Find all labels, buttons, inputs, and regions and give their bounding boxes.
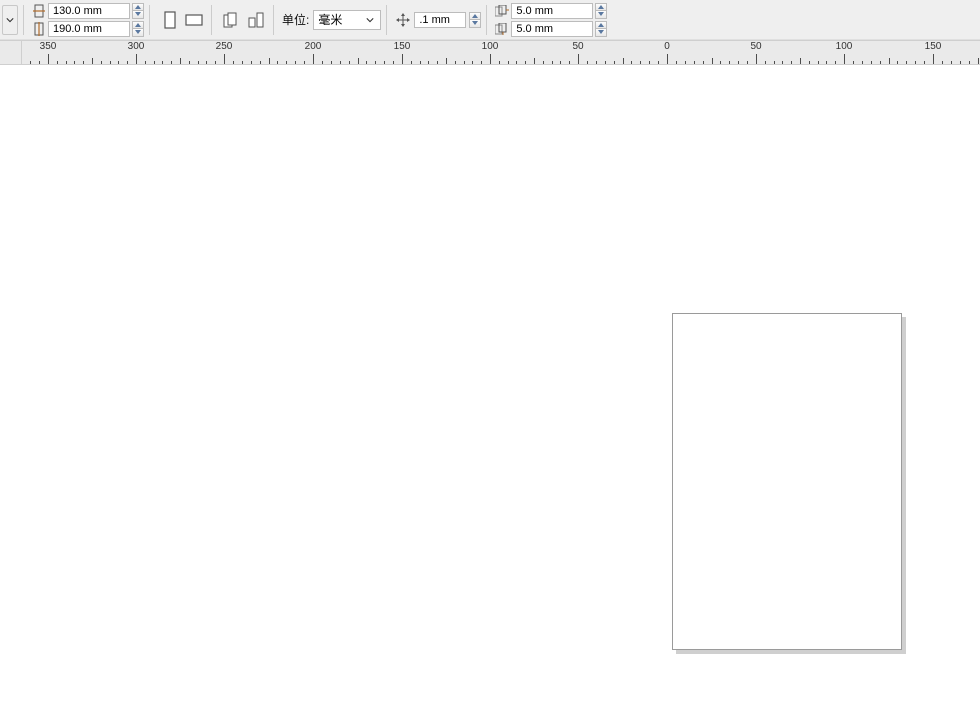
duplicate-y-value: 5.0 mm	[516, 23, 553, 35]
ruler-tick-label: 50	[572, 41, 583, 52]
separator	[23, 5, 27, 35]
ruler-tick-label: 150	[394, 41, 411, 52]
page-height-icon	[32, 22, 46, 36]
unit-label: 单位:	[282, 11, 309, 28]
page-width-spinner[interactable]	[132, 3, 144, 19]
page-dimensions: 130.0 mm 190.0 mm	[32, 3, 144, 37]
orientation-landscape-button[interactable]	[182, 5, 206, 35]
property-bar: 130.0 mm 190.0 mm 单	[0, 0, 980, 40]
page-height-spinner[interactable]	[132, 21, 144, 37]
duplicate-y-spinner[interactable]	[595, 21, 607, 37]
ruler-tick-label: 0	[664, 41, 670, 52]
page-width-value: 130.0 mm	[53, 5, 102, 17]
page-height-value: 190.0 mm	[53, 23, 102, 35]
separator	[211, 5, 215, 35]
ruler-origin-corner[interactable]	[0, 41, 22, 65]
nudge-icon	[395, 12, 411, 28]
duplicate-y-icon	[495, 22, 509, 36]
apply-current-page-button[interactable]	[244, 5, 268, 35]
nudge-input[interactable]: .1 mm	[414, 12, 466, 28]
page-height-input[interactable]: 190.0 mm	[48, 21, 130, 37]
ruler-tick-label: 100	[482, 41, 499, 52]
page-width-icon	[32, 4, 46, 18]
canvas[interactable]	[0, 65, 980, 711]
orientation-portrait-button[interactable]	[158, 5, 182, 35]
ruler-track: 350 300 250 200 150 100 50 0 50 100 150	[22, 41, 980, 65]
ruler-tick-label: 100	[836, 41, 853, 52]
duplicate-x-spinner[interactable]	[595, 3, 607, 19]
duplicate-distance: 5.0 mm 5.0 mm	[495, 3, 607, 37]
ruler-tick-label: 250	[216, 41, 233, 52]
nudge-value: .1 mm	[419, 14, 450, 26]
separator	[486, 5, 490, 35]
nudge-distance: .1 mm	[395, 10, 481, 30]
nudge-spinner[interactable]	[469, 12, 481, 28]
unit-value: 毫米	[318, 11, 364, 28]
unit-select[interactable]: 毫米	[313, 10, 381, 30]
ruler-tick-label: 200	[305, 41, 322, 52]
page-width-input[interactable]: 130.0 mm	[48, 3, 130, 19]
chevron-down-icon	[364, 17, 376, 23]
ruler-horizontal[interactable]: 350 300 250 200 150 100 50 0 50 100 150	[0, 40, 980, 65]
ruler-tick-label: 300	[128, 41, 145, 52]
duplicate-y-input[interactable]: 5.0 mm	[511, 21, 593, 37]
duplicate-x-input[interactable]: 5.0 mm	[511, 3, 593, 19]
ruler-tick-label: 150	[925, 41, 942, 52]
ruler-tick-label: 350	[40, 41, 57, 52]
duplicate-x-icon	[495, 4, 509, 18]
apply-all-pages-button[interactable]	[220, 5, 244, 35]
separator	[386, 5, 390, 35]
separator	[149, 5, 153, 35]
document-page[interactable]	[672, 313, 902, 650]
page-preset-dropdown[interactable]	[2, 5, 18, 35]
ruler-tick-label: 50	[750, 41, 761, 52]
separator	[273, 5, 277, 35]
duplicate-x-value: 5.0 mm	[516, 5, 553, 17]
